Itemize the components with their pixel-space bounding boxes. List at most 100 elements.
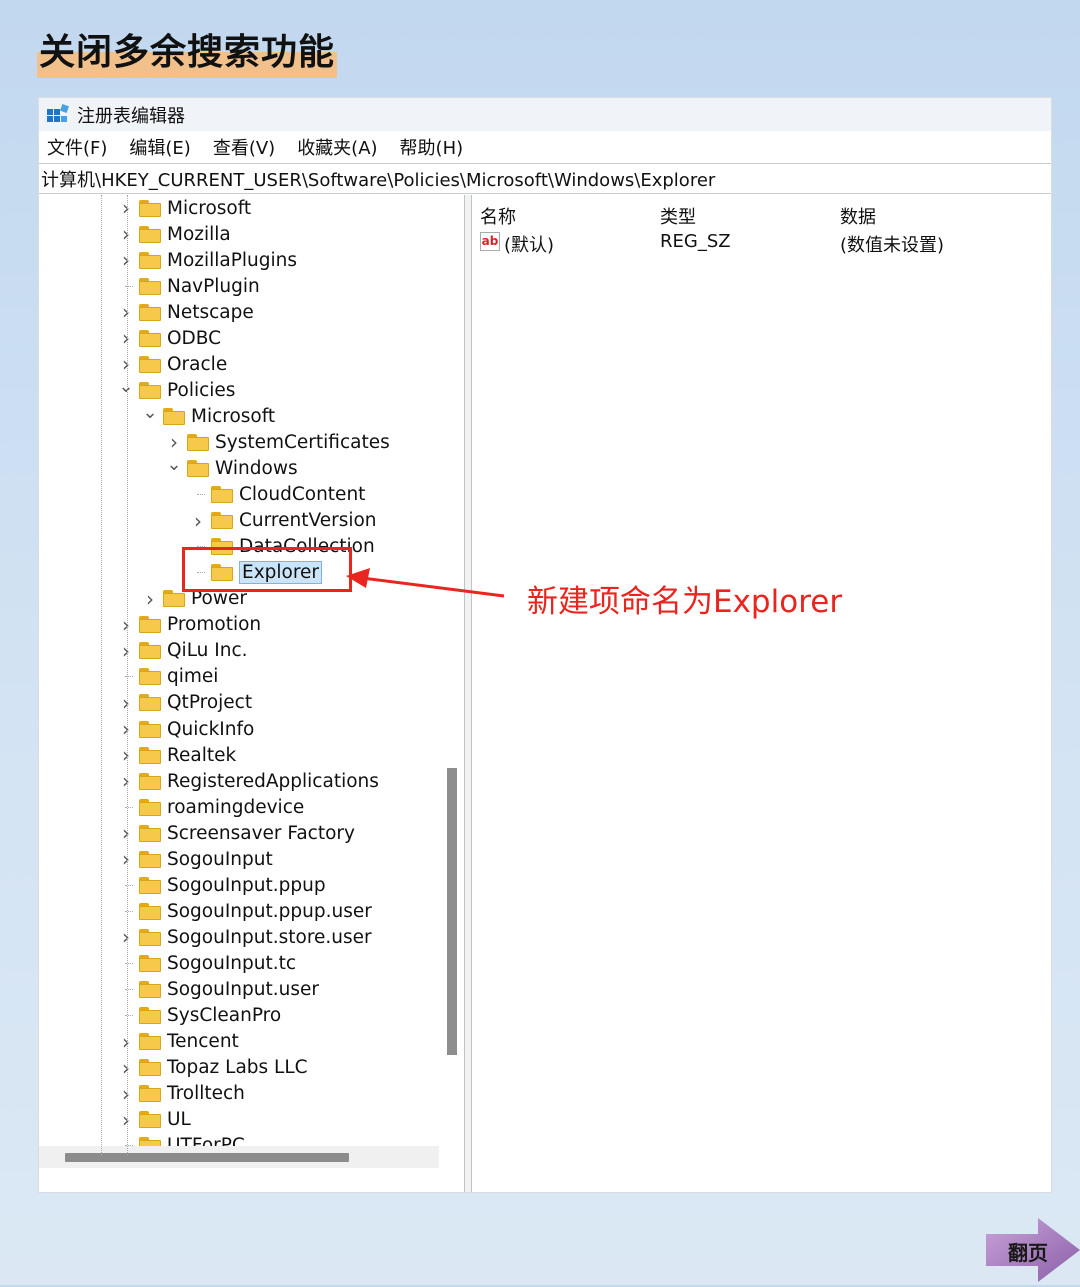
- chevron-right-icon[interactable]: ›: [119, 925, 133, 949]
- tree-item-cloudcontent[interactable]: CloudContent: [191, 482, 365, 508]
- folder-icon: [139, 381, 161, 399]
- folder-icon: [139, 772, 161, 790]
- tree-item-label: Realtek: [167, 744, 237, 766]
- tree-item-promotion[interactable]: › Promotion: [119, 612, 261, 638]
- value-row[interactable]: ab (默认) REG_SZ (数值未设置): [480, 231, 1040, 257]
- chevron-right-icon[interactable]: ›: [119, 717, 133, 741]
- tree-item-policies[interactable]: ⌄ Policies: [118, 376, 235, 403]
- chevron-right-icon[interactable]: ›: [119, 196, 133, 220]
- menu-favorites[interactable]: 收藏夹(A): [297, 134, 377, 160]
- tree-vertical-scroll-thumb[interactable]: [447, 768, 457, 1055]
- tree-item-qimei[interactable]: qimei: [119, 664, 218, 690]
- chevron-right-icon[interactable]: ›: [119, 769, 133, 793]
- tree-item-topaz-labs-llc[interactable]: › Topaz Labs LLC: [119, 1055, 308, 1081]
- menu-help[interactable]: 帮助(H): [400, 134, 464, 160]
- tree-connector: [119, 800, 133, 814]
- value-type: REG_SZ: [660, 231, 731, 252]
- tree-connector: [191, 488, 205, 502]
- tree-item-label: Mozilla: [167, 223, 231, 245]
- tree-connector: [119, 878, 133, 892]
- tree-item-label: Oracle: [167, 353, 228, 375]
- folder-icon: [211, 512, 233, 530]
- tree-item-roamingdevice[interactable]: roamingdevice: [119, 794, 304, 820]
- folder-icon: [139, 850, 161, 868]
- tree-item-label: Tencent: [167, 1031, 239, 1053]
- chevron-down-icon[interactable]: ⌄: [142, 402, 157, 423]
- tree-item-microsoft[interactable]: ⌄ Microsoft: [142, 402, 275, 429]
- tree-item-windows[interactable]: ⌄ Windows: [166, 454, 297, 482]
- tree-item-realtek[interactable]: › Realtek: [119, 742, 236, 768]
- chevron-right-icon[interactable]: ›: [119, 1056, 133, 1080]
- chevron-right-icon[interactable]: ›: [119, 743, 133, 767]
- tree-horizontal-scroll-thumb[interactable]: [65, 1153, 349, 1162]
- chevron-right-icon[interactable]: ›: [191, 509, 205, 533]
- tree-item-currentversion[interactable]: › CurrentVersion: [191, 508, 377, 534]
- tree-item-syscleanpro[interactable]: SysCleanPro: [119, 1003, 281, 1029]
- column-header-type[interactable]: 类型: [660, 203, 696, 229]
- chevron-right-icon[interactable]: ›: [119, 613, 133, 637]
- tree-vertical-scrollbar[interactable]: [443, 195, 457, 1168]
- tree-item-label: Screensaver Factory: [167, 822, 355, 844]
- value-list-header: 名称 类型 数据: [480, 203, 1040, 229]
- tree-item-qilu-inc[interactable]: › QiLu Inc.: [119, 638, 248, 664]
- tree-item-mozillaplugins[interactable]: › MozillaPlugins: [119, 247, 297, 273]
- tree-item-oracle[interactable]: › Oracle: [119, 351, 227, 377]
- tree-item-netscape[interactable]: › Netscape: [119, 299, 254, 325]
- folder-icon: [139, 1085, 161, 1103]
- address-bar[interactable]: 计算机\HKEY_CURRENT_USER\Software\Policies\…: [39, 163, 1051, 194]
- tree-guide-line: [127, 195, 128, 1155]
- tree-horizontal-scrollbar[interactable]: [39, 1146, 439, 1168]
- chevron-right-icon[interactable]: ›: [119, 300, 133, 324]
- key-tree[interactable]: › Microsoft › Mozilla › MozillaPlugins NavPlug…: [39, 195, 439, 1168]
- chevron-right-icon[interactable]: ›: [119, 222, 133, 246]
- next-page-button[interactable]: 翻页: [986, 1218, 1080, 1282]
- tree-item-sogouinput-store-user[interactable]: › SogouInput.store.user: [119, 924, 372, 950]
- folder-icon: [139, 746, 161, 764]
- tree-item-registeredapplications[interactable]: › RegisteredApplications: [119, 768, 379, 794]
- tree-item-sogouinput-ppup[interactable]: SogouInput.ppup: [119, 872, 326, 898]
- window-title: 注册表编辑器: [77, 105, 185, 127]
- chevron-right-icon[interactable]: ›: [119, 1108, 133, 1132]
- folder-icon: [139, 1059, 161, 1077]
- tree-item-mozilla[interactable]: › Mozilla: [119, 221, 231, 247]
- folder-icon: [139, 694, 161, 712]
- menu-view[interactable]: 查看(V): [213, 134, 275, 160]
- chevron-right-icon[interactable]: ›: [119, 691, 133, 715]
- chevron-right-icon[interactable]: ›: [119, 847, 133, 871]
- folder-icon: [139, 981, 161, 998]
- tree-item-quickinfo[interactable]: › QuickInfo: [119, 716, 254, 742]
- tree-item-label: QuickInfo: [167, 718, 255, 740]
- tree-item-ul[interactable]: › UL: [119, 1107, 191, 1133]
- folder-icon: [139, 251, 161, 269]
- tree-item-microsoft[interactable]: › Microsoft: [119, 195, 251, 221]
- chevron-right-icon[interactable]: ›: [119, 326, 133, 350]
- pane-splitter[interactable]: [464, 195, 472, 1192]
- chevron-right-icon[interactable]: ›: [119, 352, 133, 376]
- chevron-right-icon[interactable]: ›: [119, 821, 133, 845]
- column-header-data[interactable]: 数据: [840, 203, 876, 229]
- folder-icon: [139, 668, 161, 686]
- menu-file[interactable]: 文件(F): [47, 134, 107, 160]
- column-header-name[interactable]: 名称: [480, 203, 516, 229]
- tree-connector: [119, 1009, 133, 1023]
- chevron-down-icon[interactable]: ⌄: [166, 454, 181, 475]
- chevron-right-icon[interactable]: ›: [119, 248, 133, 272]
- tree-item-sogouinput-user[interactable]: SogouInput.user: [119, 977, 319, 1003]
- menu-edit[interactable]: 编辑(E): [129, 134, 190, 160]
- tree-item-navplugin[interactable]: NavPlugin: [119, 273, 260, 299]
- tree-item-sogouinput-tc[interactable]: SogouInput.tc: [119, 950, 296, 976]
- tree-item-trolltech[interactable]: › Trolltech: [119, 1081, 245, 1107]
- tree-item-qtproject[interactable]: › QtProject: [119, 690, 252, 716]
- chevron-right-icon[interactable]: ›: [119, 1082, 133, 1106]
- tree-item-sogouinput[interactable]: › SogouInput: [119, 846, 273, 872]
- chevron-right-icon[interactable]: ›: [143, 587, 157, 611]
- tree-item-odbc[interactable]: › ODBC: [119, 325, 221, 351]
- chevron-right-icon[interactable]: ›: [119, 639, 133, 663]
- tree-item-systemcertificates[interactable]: › SystemCertificates: [167, 429, 390, 455]
- chevron-down-icon[interactable]: ⌄: [118, 376, 133, 397]
- chevron-right-icon[interactable]: ›: [167, 430, 181, 454]
- chevron-right-icon[interactable]: ›: [119, 1030, 133, 1054]
- tree-item-screensaver-factory[interactable]: › Screensaver Factory: [119, 820, 355, 846]
- tree-item-tencent[interactable]: › Tencent: [119, 1029, 239, 1055]
- tree-item-sogouinput-ppup-user[interactable]: SogouInput.ppup.user: [119, 898, 372, 924]
